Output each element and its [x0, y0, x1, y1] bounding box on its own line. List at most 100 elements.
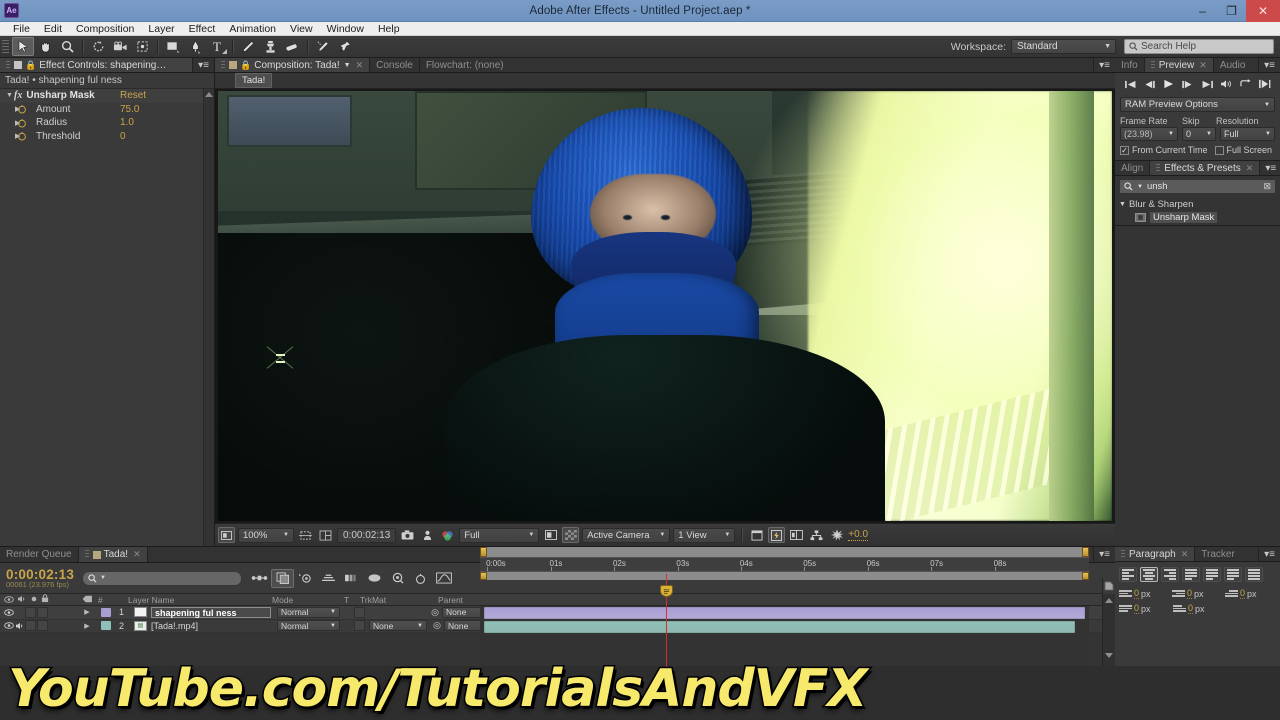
- shape-tool[interactable]: [162, 37, 184, 56]
- always-preview-this-view-icon[interactable]: [218, 527, 235, 543]
- panel-menu-icon[interactable]: ▾≡: [1259, 58, 1280, 72]
- property-value[interactable]: 1.0: [120, 117, 134, 128]
- work-area-start-handle-2[interactable]: [480, 572, 487, 580]
- parent-pickwhip-icon[interactable]: ◎: [428, 607, 442, 618]
- tab-composition-tada[interactable]: 🔒 Composition: Tada! ▼ ✕: [215, 58, 371, 72]
- timeline-search-input[interactable]: ▼: [82, 570, 243, 586]
- work-area-bottom[interactable]: [480, 571, 1089, 580]
- justify-all-button[interactable]: [1245, 567, 1263, 582]
- indent-first-line-field[interactable]: 0 px: [1225, 588, 1276, 599]
- preview-resolution-select[interactable]: Full ▼: [1220, 127, 1275, 141]
- region-of-interest-toggle-icon[interactable]: [542, 527, 559, 543]
- last-frame-button[interactable]: [1199, 80, 1215, 92]
- lock-icon[interactable]: 🔒: [25, 60, 36, 71]
- lock-icon[interactable]: 🔒: [240, 60, 251, 71]
- stopwatch-icon[interactable]: [17, 104, 27, 114]
- space-after-field[interactable]: 0 px: [1173, 603, 1225, 614]
- current-time-indicator-head[interactable]: [660, 585, 673, 597]
- close-icon[interactable]: ✕: [1199, 60, 1207, 71]
- pan-behind-tool[interactable]: [131, 37, 153, 56]
- justify-last-center-button[interactable]: [1203, 567, 1221, 582]
- chevron-down-icon[interactable]: ▼: [344, 62, 351, 69]
- hand-tool[interactable]: [34, 37, 56, 56]
- pixel-aspect-correction-icon[interactable]: [748, 527, 765, 543]
- panel-menu-icon[interactable]: ▾≡: [193, 58, 214, 72]
- timeline-link-icon[interactable]: [788, 527, 805, 543]
- layer-name[interactable]: shapening ful ness: [151, 606, 271, 618]
- solo-switch[interactable]: [25, 606, 36, 618]
- work-area-end-handle[interactable]: [1082, 547, 1089, 557]
- menu-item-file[interactable]: File: [6, 22, 37, 36]
- timeline-vertical-scrollbar[interactable]: [1102, 594, 1115, 666]
- clone-stamp-tool[interactable]: [259, 37, 281, 56]
- tab-paragraph[interactable]: Paragraph ✕: [1115, 547, 1196, 561]
- stopwatch-icon[interactable]: [17, 131, 27, 141]
- effects-search-input[interactable]: ▼ unsh ⊠: [1119, 179, 1276, 194]
- effect-property-row[interactable]: ▶ Radius 1.0: [0, 116, 214, 130]
- layer-color-swatch[interactable]: [101, 621, 111, 631]
- panel-menu-icon[interactable]: ▾≡: [1260, 161, 1280, 175]
- effect-item-unsharp-mask[interactable]: ▦ Unsharp Mask: [1135, 212, 1276, 223]
- property-value[interactable]: 75.0: [120, 104, 139, 115]
- audio-switch[interactable]: [14, 607, 25, 618]
- puppet-pin-tool[interactable]: [334, 37, 356, 56]
- tab-effect-controls[interactable]: 🔒 Effect Controls: shapening ful ness: [0, 58, 194, 72]
- menu-item-help[interactable]: Help: [371, 22, 407, 36]
- flowchart-view-icon[interactable]: [808, 527, 825, 543]
- effect-controls-scrollbar[interactable]: [203, 89, 214, 546]
- tab-align[interactable]: Align: [1115, 161, 1151, 175]
- magnification-select[interactable]: 100% ▼: [238, 527, 294, 543]
- layer-bar[interactable]: [484, 607, 1085, 619]
- blend-mode-select[interactable]: Normal ▼: [277, 606, 340, 618]
- indent-left-field[interactable]: 0 px: [1119, 588, 1170, 599]
- close-icon[interactable]: ✕: [1181, 549, 1189, 560]
- effects-category-blur-sharpen[interactable]: ▼ Blur & Sharpen: [1119, 199, 1276, 210]
- preserve-transparency-switch[interactable]: [354, 620, 365, 632]
- indent-right-field[interactable]: 0 px: [1172, 588, 1223, 599]
- align-left-button[interactable]: [1119, 567, 1137, 582]
- show-snapshot-icon[interactable]: [419, 527, 436, 543]
- effect-property-row[interactable]: ▶ Amount 75.0: [0, 103, 214, 117]
- property-value[interactable]: 0: [120, 131, 126, 142]
- menu-item-effect[interactable]: Effect: [182, 22, 223, 36]
- enable-frame-blending-icon[interactable]: [317, 569, 340, 588]
- workspace-select[interactable]: Standard ▼: [1011, 39, 1116, 54]
- align-center-button[interactable]: [1140, 567, 1158, 582]
- lock-switch[interactable]: [37, 620, 48, 632]
- selection-tool[interactable]: [12, 37, 34, 56]
- timeline-track-area[interactable]: [480, 606, 1089, 666]
- effect-item-unsharp-mask[interactable]: ▼ fx Unsharp Mask Reset: [0, 89, 214, 103]
- tab-effects-and-presets[interactable]: Effects & Presets ✕: [1150, 161, 1261, 175]
- play-button[interactable]: [1161, 79, 1177, 92]
- region-of-interest-icon[interactable]: [297, 527, 314, 543]
- disclosure-triangle-icon[interactable]: ▼: [5, 92, 14, 99]
- composition-mini-flowchart-icon[interactable]: [248, 569, 271, 588]
- loop-button[interactable]: [1238, 79, 1254, 92]
- draft-3d-icon[interactable]: [271, 568, 295, 588]
- brush-tool[interactable]: [237, 37, 259, 56]
- solo-switch[interactable]: [25, 620, 36, 632]
- next-frame-button[interactable]: [1180, 80, 1196, 92]
- chevron-down-icon[interactable]: ▼: [1137, 184, 1143, 190]
- pen-tool[interactable]: [184, 37, 206, 56]
- camera-view-select[interactable]: Active Camera ▼: [582, 527, 671, 543]
- tab-console[interactable]: Console: [370, 58, 420, 72]
- video-switch[interactable]: [3, 620, 14, 631]
- composition-viewer[interactable]: [215, 89, 1115, 523]
- toggle-transparency-icon[interactable]: [562, 527, 580, 543]
- auto-keyframe-icon[interactable]: [409, 569, 432, 588]
- clear-search-icon[interactable]: ⊠: [1263, 181, 1271, 192]
- ram-preview-options-select[interactable]: RAM Preview Options ▼: [1120, 97, 1275, 112]
- lock-switch[interactable]: [37, 606, 48, 618]
- tab-flowchart[interactable]: Flowchart: (none): [419, 58, 1095, 72]
- timeline-timecode[interactable]: 0:00:02:13 00061 (23.976 fps): [0, 567, 74, 589]
- from-current-time-checkbox[interactable]: ✓: [1120, 145, 1129, 155]
- menu-item-edit[interactable]: Edit: [37, 22, 69, 36]
- menu-item-window[interactable]: Window: [320, 22, 371, 36]
- rotation-tool[interactable]: [87, 37, 109, 56]
- menu-item-layer[interactable]: Layer: [141, 22, 181, 36]
- disclosure-triangle-icon[interactable]: ▶: [5, 105, 20, 113]
- first-frame-button[interactable]: [1122, 80, 1138, 92]
- disclosure-triangle-icon[interactable]: ▶: [5, 132, 20, 140]
- track-matte-select[interactable]: None ▼: [369, 620, 427, 632]
